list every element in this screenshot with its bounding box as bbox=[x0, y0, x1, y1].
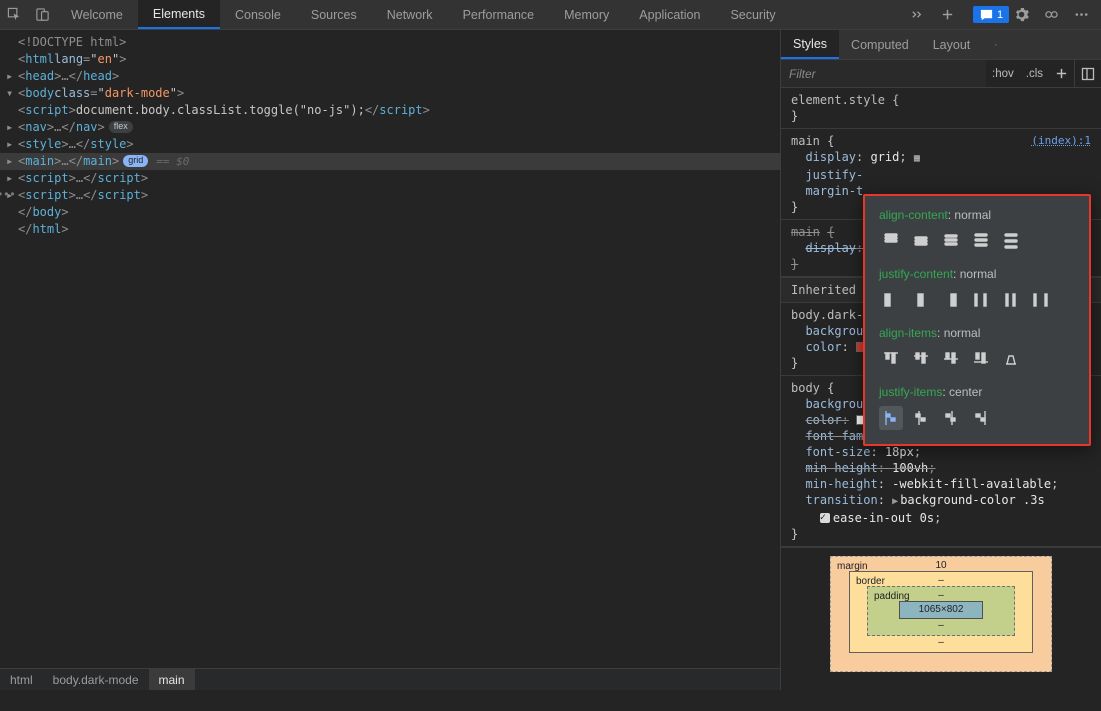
align-option-icon[interactable] bbox=[909, 406, 933, 430]
box-model-margin[interactable]: margin 10 border – padding – 1065×802 – bbox=[830, 556, 1052, 672]
styles-tab-computed[interactable]: Computed bbox=[839, 30, 921, 59]
align-option-icon[interactable] bbox=[999, 229, 1023, 253]
align-label: justify-content: normal bbox=[879, 267, 1075, 281]
align-option-icon[interactable] bbox=[909, 288, 933, 312]
tab-welcome[interactable]: Welcome bbox=[56, 0, 138, 29]
gutter-marker-icon: ••• bbox=[0, 187, 17, 201]
expand-tri-icon[interactable]: ▶ bbox=[892, 494, 898, 510]
dom-node[interactable]: <script>document.body.classList.toggle("… bbox=[0, 102, 780, 119]
tab-application[interactable]: Application bbox=[624, 0, 715, 29]
rule-element-style[interactable]: element.style { } bbox=[781, 88, 1101, 129]
dom-node[interactable]: ▸<head>…</head> bbox=[0, 68, 780, 85]
computed-toggle-icon[interactable] bbox=[1075, 60, 1101, 87]
align-option-icon[interactable] bbox=[999, 288, 1023, 312]
rule-source-link[interactable]: (index):1 bbox=[1031, 133, 1091, 149]
issues-button[interactable]: 1 bbox=[977, 6, 1005, 23]
top-right-actions: 1 bbox=[903, 0, 1101, 29]
align-option-icon[interactable] bbox=[909, 347, 933, 371]
dom-node[interactable]: <html lang="en"> bbox=[0, 51, 780, 68]
layout-pill[interactable]: flex bbox=[109, 121, 133, 133]
dom-node[interactable]: ▸<nav>…</nav>flex bbox=[0, 119, 780, 136]
device-toggle-icon[interactable] bbox=[28, 0, 56, 29]
top-tabs: WelcomeElementsConsoleSourcesNetworkPerf… bbox=[56, 0, 903, 29]
align-option-icon[interactable] bbox=[939, 288, 963, 312]
dom-node[interactable]: ▾<body class="dark-mode"> bbox=[0, 85, 780, 102]
dom-node[interactable]: </html> bbox=[0, 221, 780, 238]
customize-devtools-icon[interactable] bbox=[1037, 7, 1065, 22]
dom-node[interactable]: ▸<script>…</script> bbox=[0, 187, 780, 204]
styles-filter-input[interactable] bbox=[781, 60, 986, 87]
tab-performance[interactable]: Performance bbox=[448, 0, 550, 29]
tab-memory[interactable]: Memory bbox=[549, 0, 624, 29]
grid-swatch-icon[interactable]: ▦ bbox=[914, 153, 920, 164]
align-option-icon[interactable] bbox=[879, 229, 903, 253]
more-tabs-chevrons-icon[interactable] bbox=[903, 7, 931, 22]
tab-elements[interactable]: Elements bbox=[138, 0, 220, 29]
align-label: justify-items: center bbox=[879, 385, 1075, 399]
tab-sources[interactable]: Sources bbox=[296, 0, 372, 29]
kebab-menu-icon[interactable] bbox=[1067, 7, 1095, 22]
styles-panel: StylesComputedLayout :hov .cls element.s… bbox=[780, 30, 1101, 690]
styles-tab-layout[interactable]: Layout bbox=[921, 30, 983, 59]
align-option-icon[interactable] bbox=[909, 229, 933, 253]
dom-node[interactable]: ▸<style>…</style> bbox=[0, 136, 780, 153]
align-group-align-items: align-items: normal bbox=[879, 326, 1075, 371]
settings-gear-icon[interactable] bbox=[1007, 7, 1035, 22]
dom-tree[interactable]: <!DOCTYPE html> <html lang="en"> ▸<head>… bbox=[0, 30, 780, 668]
tab-network[interactable]: Network bbox=[372, 0, 448, 29]
align-option-icon[interactable] bbox=[939, 347, 963, 371]
layout-pill[interactable]: grid bbox=[123, 155, 148, 167]
dom-node[interactable]: </body> bbox=[0, 204, 780, 221]
breadcrumb-item[interactable]: main bbox=[149, 669, 195, 690]
align-option-icon[interactable] bbox=[969, 229, 993, 253]
align-option-icon[interactable] bbox=[879, 347, 903, 371]
add-tab-icon[interactable] bbox=[933, 7, 961, 22]
styles-more-tabs-icon[interactable] bbox=[982, 30, 1010, 59]
box-model-border[interactable]: border – padding – 1065×802 – – bbox=[849, 571, 1033, 653]
rule-selector: main bbox=[791, 134, 820, 148]
align-option-icon[interactable] bbox=[879, 406, 903, 430]
inspect-element-icon[interactable] bbox=[0, 0, 28, 29]
align-option-icon[interactable] bbox=[939, 406, 963, 430]
alignment-popover: align-content: normal justify-content: no… bbox=[863, 194, 1091, 446]
align-option-icon[interactable] bbox=[969, 406, 993, 430]
breadcrumb-item[interactable]: html bbox=[0, 669, 43, 690]
styles-tab-styles[interactable]: Styles bbox=[781, 30, 839, 59]
align-group-justify-items: justify-items: center bbox=[879, 385, 1075, 430]
box-model-padding[interactable]: padding – 1065×802 – bbox=[867, 586, 1015, 636]
align-group-justify-content: justify-content: normal bbox=[879, 267, 1075, 312]
align-group-align-content: align-content: normal bbox=[879, 208, 1075, 253]
breadcrumb-item[interactable]: body.dark-mode bbox=[43, 669, 149, 690]
tab-security[interactable]: Security bbox=[715, 0, 790, 29]
align-option-icon[interactable] bbox=[999, 347, 1023, 371]
align-option-icon[interactable] bbox=[939, 229, 963, 253]
devtools-top-tabbar: WelcomeElementsConsoleSourcesNetworkPerf… bbox=[0, 0, 1101, 30]
align-label: align-items: normal bbox=[879, 326, 1075, 340]
align-option-icon[interactable] bbox=[879, 288, 903, 312]
hov-toggle[interactable]: :hov bbox=[986, 60, 1020, 87]
styles-tabs: StylesComputedLayout bbox=[781, 30, 1101, 60]
cls-toggle[interactable]: .cls bbox=[1020, 60, 1049, 87]
workspace: ••• <!DOCTYPE html> <html lang="en"> ▸<h… bbox=[0, 30, 1101, 690]
align-option-icon[interactable] bbox=[969, 347, 993, 371]
align-label: align-content: normal bbox=[879, 208, 1075, 222]
rule-selector: element.style bbox=[791, 93, 885, 107]
new-style-rule-icon[interactable] bbox=[1049, 60, 1074, 87]
align-option-icon[interactable] bbox=[1029, 288, 1053, 312]
box-model: margin 10 border – padding – 1065×802 – bbox=[781, 547, 1101, 672]
styles-filter-bar: :hov .cls bbox=[781, 60, 1101, 88]
issues-count: 1 bbox=[997, 9, 1003, 21]
elements-panel: ••• <!DOCTYPE html> <html lang="en"> ▸<h… bbox=[0, 30, 780, 690]
dom-node[interactable]: ▸<main>…</main>grid== $0 bbox=[0, 153, 780, 170]
tab-console[interactable]: Console bbox=[220, 0, 296, 29]
align-option-icon[interactable] bbox=[969, 288, 993, 312]
dom-node[interactable]: <!DOCTYPE html> bbox=[0, 34, 780, 51]
dom-node[interactable]: ▸<script>…</script> bbox=[0, 170, 780, 187]
decl-checkbox-icon[interactable] bbox=[820, 513, 830, 523]
breadcrumb: htmlbody.dark-modemain bbox=[0, 668, 780, 690]
